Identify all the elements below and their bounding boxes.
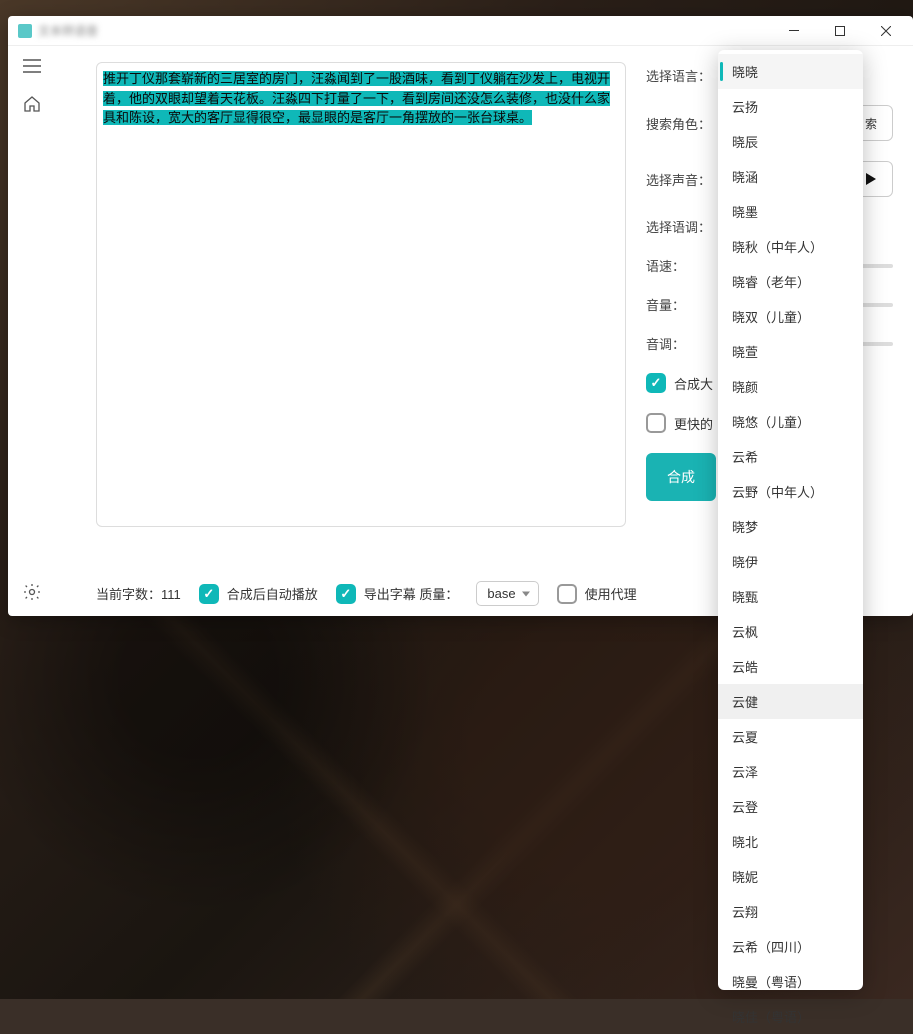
volume-label: 音量： bbox=[646, 295, 706, 314]
window-title: 文本转语音 bbox=[38, 22, 98, 39]
autoplay-label: 合成后自动播放 bbox=[227, 584, 318, 603]
voice-option[interactable]: 云希（四川） bbox=[718, 929, 863, 964]
voice-option[interactable]: 晓秋（中年人） bbox=[718, 229, 863, 264]
minimize-button[interactable] bbox=[771, 16, 817, 46]
subtitle-checkbox[interactable]: ✓ bbox=[336, 584, 356, 604]
voice-option[interactable]: 晓北 bbox=[718, 824, 863, 859]
voice-option[interactable]: 晓晓 bbox=[718, 54, 863, 89]
voice-option[interactable]: 云希 bbox=[718, 439, 863, 474]
text-content-highlighted: 推开丁仪那套崭新的三居室的房门，汪淼闻到了一股酒味，看到丁仪躺在沙发上，电视开着… bbox=[103, 71, 610, 125]
voice-option[interactable]: 云登 bbox=[718, 789, 863, 824]
sidebar bbox=[8, 46, 56, 616]
voice-option[interactable]: 晓悠（儿童） bbox=[718, 404, 863, 439]
voice-option[interactable]: 云泽 bbox=[718, 754, 863, 789]
style-label: 选择语调： bbox=[646, 217, 706, 236]
voice-option[interactable]: 晓萱 bbox=[718, 334, 863, 369]
voice-option[interactable]: 云健 bbox=[718, 684, 863, 719]
text-input[interactable]: 推开丁仪那套崭新的三居室的房门，汪淼闻到了一股酒味，看到丁仪躺在沙发上，电视开着… bbox=[96, 62, 626, 527]
voice-option[interactable]: 云夏 bbox=[718, 719, 863, 754]
close-button[interactable] bbox=[863, 16, 909, 46]
autoplay-checkbox[interactable]: ✓ bbox=[199, 584, 219, 604]
voice-option[interactable]: 晓颜 bbox=[718, 369, 863, 404]
voice-option[interactable]: 云野（中年人） bbox=[718, 474, 863, 509]
char-count: 当前字数：111 bbox=[96, 584, 181, 603]
voice-option[interactable]: 晓涵 bbox=[718, 159, 863, 194]
language-label: 选择语言： bbox=[646, 66, 706, 85]
voice-option[interactable]: 晓墨 bbox=[718, 194, 863, 229]
voice-option[interactable]: 云枫 bbox=[718, 614, 863, 649]
proxy-checkbox[interactable] bbox=[557, 584, 577, 604]
voice-option[interactable]: 晓睿（老年） bbox=[718, 264, 863, 299]
voice-option[interactable]: 晓辰 bbox=[718, 124, 863, 159]
voice-option[interactable]: 晓甄 bbox=[718, 579, 863, 614]
settings-icon[interactable] bbox=[22, 582, 42, 602]
app-icon bbox=[18, 24, 32, 38]
maximize-button[interactable] bbox=[817, 16, 863, 46]
titlebar: 文本转语音 bbox=[8, 16, 913, 46]
proxy-label: 使用代理 bbox=[585, 584, 637, 603]
voice-option[interactable]: 晓佳（粤语） bbox=[718, 999, 863, 1034]
voice-dropdown[interactable]: 晓晓云扬晓辰晓涵晓墨晓秋（中年人）晓睿（老年）晓双（儿童）晓萱晓颜晓悠（儿童）云… bbox=[718, 50, 863, 990]
voice-option[interactable]: 晓妮 bbox=[718, 859, 863, 894]
voice-option[interactable]: 晓梦 bbox=[718, 509, 863, 544]
faster-checkbox[interactable] bbox=[646, 413, 666, 433]
subtitle-label: 导出字幕 质量： bbox=[364, 584, 459, 603]
synth-large-label: 合成大 bbox=[674, 374, 713, 393]
voice-option[interactable]: 晓双（儿童） bbox=[718, 299, 863, 334]
window-controls bbox=[771, 16, 909, 46]
voice-option[interactable]: 云翔 bbox=[718, 894, 863, 929]
voice-option[interactable]: 晓曼（粤语） bbox=[718, 964, 863, 999]
voice-label: 选择声音： bbox=[646, 170, 706, 189]
pitch-label: 音调： bbox=[646, 334, 706, 353]
voice-option[interactable]: 云扬 bbox=[718, 89, 863, 124]
faster-label: 更快的 bbox=[674, 414, 713, 433]
quality-select[interactable]: base bbox=[476, 581, 538, 606]
home-icon[interactable] bbox=[22, 94, 42, 114]
synthesize-button[interactable]: 合成 bbox=[646, 453, 716, 501]
quality-value: base bbox=[487, 586, 515, 601]
synth-large-checkbox[interactable]: ✓ bbox=[646, 373, 666, 393]
voice-option[interactable]: 云皓 bbox=[718, 649, 863, 684]
rate-label: 语速： bbox=[646, 256, 706, 275]
menu-icon[interactable] bbox=[22, 56, 42, 76]
voice-option[interactable]: 晓伊 bbox=[718, 544, 863, 579]
search-role-label: 搜索角色： bbox=[646, 114, 706, 133]
